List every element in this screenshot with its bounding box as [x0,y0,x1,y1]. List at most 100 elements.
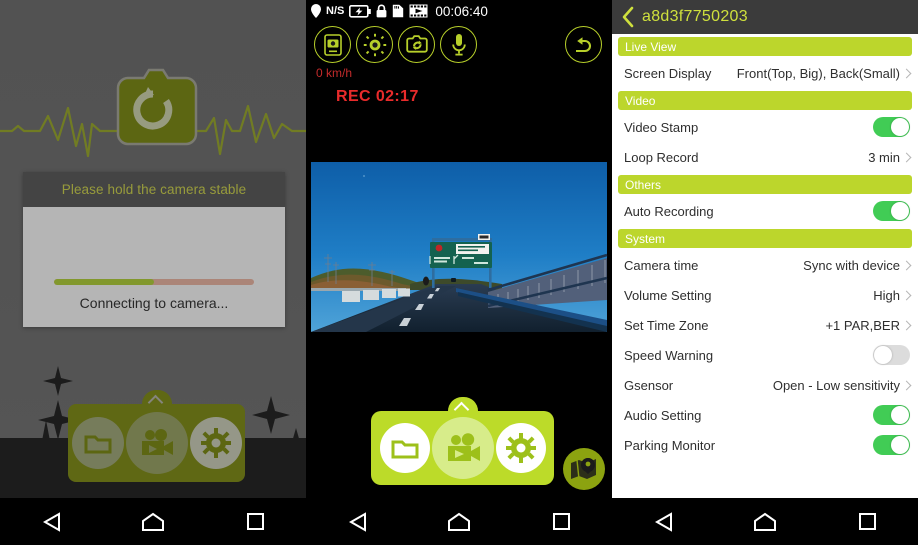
house-home-icon [142,512,164,531]
snapshot-to-phone-button[interactable] [314,26,351,63]
speed-readout: 0 km/h [316,66,353,80]
map-pin-icon [571,458,596,480]
settings-section-header: Video [618,91,912,110]
return-arrow-icon [575,36,591,52]
settings-row-control[interactable] [873,117,910,137]
settings-row-label: Auto Recording [624,203,714,219]
chevron-left-icon[interactable] [621,6,634,28]
camera-switch-icon [405,35,428,53]
settings-row-control[interactable] [873,405,910,425]
toggle-switch[interactable] [873,201,910,221]
return-button[interactable] [565,26,602,63]
settings-header: a8d3f7750203 [612,0,918,34]
microphone-button[interactable] [440,26,477,63]
settings-button[interactable] [189,417,242,469]
settings-list[interactable]: Live View Screen Display Front(Top, Big), … [612,34,918,498]
settings-row[interactable]: Speed Warning [612,340,918,370]
settings-row[interactable]: Screen Display Front(Top, Big), Back(Smal… [612,58,918,88]
camera-clock: 00:06:40 [435,3,488,19]
settings-row-control[interactable]: 3 min [868,150,912,165]
page-title: a8d3f7750203 [642,8,748,25]
chevron-right-icon [901,290,912,300]
settings-row-label: Parking Monitor [624,437,716,453]
settings-row-label: Volume Setting [624,287,712,303]
toggle-knob [891,406,909,424]
settings-row[interactable]: Volume Setting High [612,280,918,310]
gps-map-button[interactable] [563,448,605,490]
camera-statusbar: N/S 00:06:40 [306,0,612,22]
settings-button[interactable] [495,423,546,473]
connecting-status-text: Connecting to camera... [79,295,229,311]
android-navbar [0,498,306,545]
gear-icon [200,428,231,458]
camera-switch-button[interactable] [398,26,435,63]
settings-row[interactable]: Gsensor Open - Low sensitivity [612,370,918,400]
live-video-button[interactable] [431,417,494,479]
navbar-back-button[interactable] [28,504,74,540]
sd-card-icon [393,4,404,18]
settings-row-label: Video Stamp [624,119,699,135]
settings-row-control[interactable] [873,345,910,365]
camera-refresh-icon [116,68,198,146]
navbar-recents-button[interactable] [844,504,890,540]
settings-row-label: Gsensor [624,377,674,393]
toggle-switch[interactable] [873,345,910,365]
dialog-body: Connecting to camera... [23,207,285,327]
settings-row[interactable]: Set Time Zone +1 PAR,BER [612,310,918,340]
triangle-back-icon [348,511,366,532]
navbar-home-button[interactable] [130,504,176,540]
toggle-switch[interactable] [873,117,910,137]
triangle-back-icon [42,511,60,532]
house-home-icon [448,512,470,531]
files-button[interactable] [71,417,124,469]
settings-row[interactable]: Loop Record 3 min [612,142,918,172]
settings-row-control[interactable] [873,435,910,455]
navbar-back-button[interactable] [640,504,686,540]
square-recents-icon [858,513,876,530]
navbar-home-button[interactable] [436,504,482,540]
dashcam-video-feed[interactable] [306,158,612,339]
panel-camera-settings: a8d3f7750203 Live View Screen Display Fron… [612,0,918,545]
settings-row-control[interactable]: Sync with device [803,258,912,273]
chevron-right-icon [901,68,912,78]
android-navbar [306,498,612,545]
settings-row-label: Camera time [624,257,699,273]
settings-section-header: System [618,229,912,248]
navbar-recents-button[interactable] [538,504,584,540]
video-camera-icon [141,429,173,455]
settings-row-label: Audio Setting [624,407,702,423]
settings-row-control[interactable]: +1 PAR,BER [825,318,912,333]
settings-row-control[interactable]: Front(Top, Big), Back(Small) [737,66,912,81]
dialog-title: Please hold the camera stable [23,172,285,207]
navbar-back-button[interactable] [334,504,380,540]
location-pin-icon [311,4,321,18]
android-navbar [612,498,918,545]
chevron-right-icon [901,260,912,270]
settings-row-control[interactable]: Open - Low sensitivity [772,377,912,393]
settings-row-value: Open - Low sensitivity [772,377,900,393]
panel-live-view: N/S 00:06:40 0 km/h REC 02:17 [306,0,612,545]
live-video-button[interactable] [125,412,188,474]
settings-row[interactable]: Auto Recording [612,196,918,226]
live-view-control-row [314,26,477,63]
settings-row-control[interactable] [873,201,910,221]
brightness-button[interactable] [356,26,393,63]
toggle-switch[interactable] [873,435,910,455]
files-button[interactable] [379,423,430,473]
navbar-home-button[interactable] [742,504,788,540]
settings-row[interactable]: Camera time Sync with device [612,250,918,280]
house-home-icon [754,512,776,531]
toggle-knob [891,118,909,136]
toggle-switch[interactable] [873,405,910,425]
settings-row[interactable]: Parking Monitor [612,430,918,460]
settings-section-header: Others [618,175,912,194]
chevron-right-icon [901,152,912,162]
settings-row[interactable]: Audio Setting [612,400,918,430]
navbar-recents-button[interactable] [232,504,278,540]
progress-bar [54,279,254,285]
settings-row[interactable]: Video Stamp [612,112,918,142]
panel-camera-connecting: Please hold the camera stable Connecting… [0,0,306,545]
settings-row-control[interactable]: High [873,288,912,303]
toggle-knob [874,346,892,364]
dashcam-image [306,158,612,339]
